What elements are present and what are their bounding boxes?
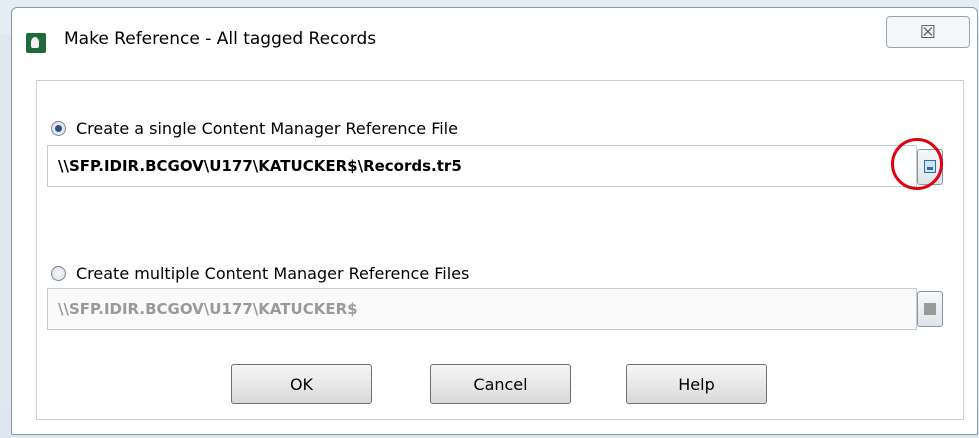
multiple-files-label: Create multiple Content Manager Referenc… bbox=[76, 264, 470, 283]
folder-icon bbox=[924, 303, 936, 315]
multiple-files-radio[interactable] bbox=[51, 266, 66, 281]
single-file-path-field[interactable]: \\SFP.IDIR.BCGOV\U177\KATUCKER$\Records.… bbox=[47, 145, 917, 187]
single-file-label: Create a single Content Manager Referenc… bbox=[76, 119, 458, 138]
single-file-option[interactable]: Create a single Content Manager Referenc… bbox=[51, 119, 458, 138]
ok-button[interactable]: OK bbox=[231, 364, 372, 404]
dialog-title: Make Reference - All tagged Records bbox=[64, 29, 377, 49]
multiple-files-path-value: \\SFP.IDIR.BCGOV\U177\KATUCKER$ bbox=[58, 300, 358, 318]
single-file-browse-button[interactable] bbox=[917, 149, 943, 185]
single-file-radio[interactable] bbox=[51, 121, 66, 136]
save-icon bbox=[924, 160, 936, 173]
single-file-path-value: \\SFP.IDIR.BCGOV\U177\KATUCKER$\Records.… bbox=[58, 157, 462, 175]
help-button[interactable]: Help bbox=[626, 364, 767, 404]
cancel-button[interactable]: Cancel bbox=[430, 364, 571, 404]
app-icon bbox=[26, 33, 46, 53]
title-bar: Make Reference - All tagged Records ☒ bbox=[12, 8, 977, 78]
multiple-files-browse-button[interactable] bbox=[917, 291, 943, 327]
make-reference-dialog: Make Reference - All tagged Records ☒ Cr… bbox=[11, 7, 978, 435]
close-icon: ☒ bbox=[919, 21, 937, 43]
close-button[interactable]: ☒ bbox=[886, 16, 970, 48]
multiple-files-option[interactable]: Create multiple Content Manager Referenc… bbox=[51, 264, 469, 283]
multiple-files-path-field[interactable]: \\SFP.IDIR.BCGOV\U177\KATUCKER$ bbox=[47, 288, 917, 330]
